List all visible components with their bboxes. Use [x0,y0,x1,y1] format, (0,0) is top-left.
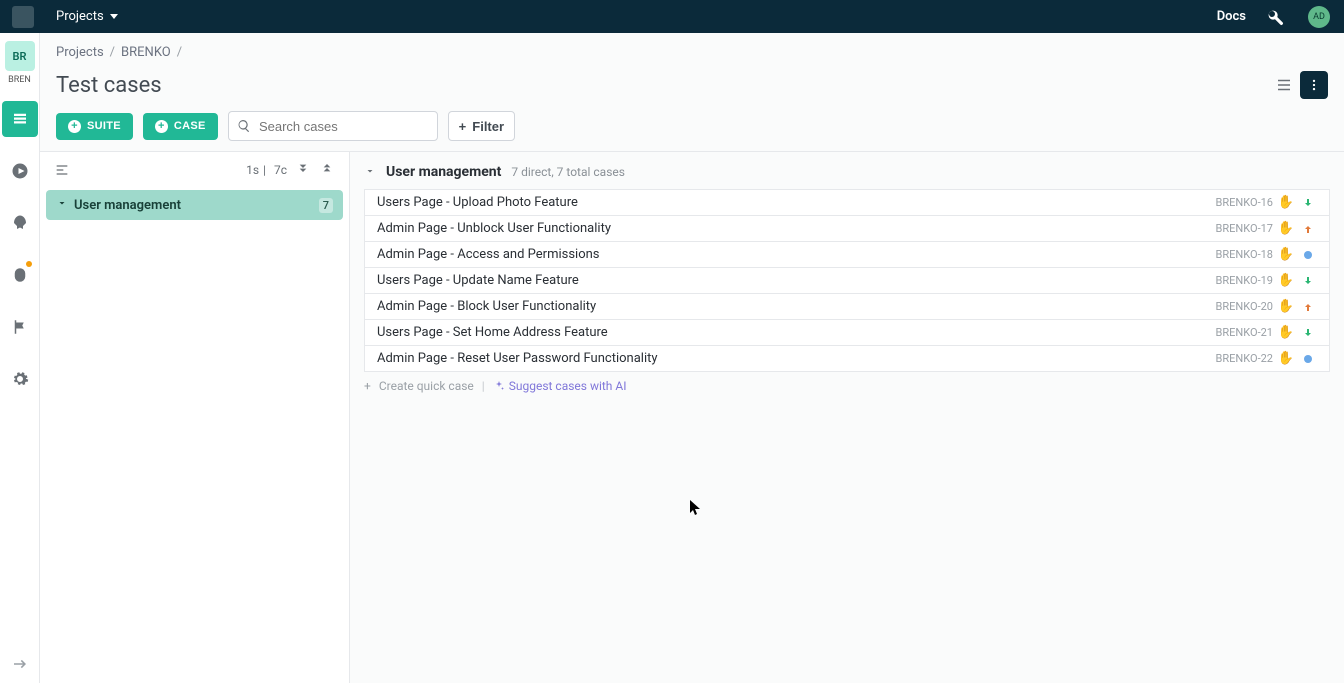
case-title: Users Page - Set Home Address Feature [377,325,1195,340]
topbar: Projects Docs AD [0,0,1344,33]
create-line: + Create quick case | Suggest cases with… [364,379,1330,393]
collapse-all-icon[interactable] [319,160,335,180]
section-header: User management 7 direct, 7 total cases [364,162,1330,181]
case-list: Users Page - Upload Photo FeatureBRENKO-… [364,189,1330,372]
priority-icon [1299,223,1317,235]
hand-icon: ✋ [1273,247,1299,262]
plus-circle-icon: + [68,120,81,133]
breadcrumb-projects[interactable]: Projects [56,45,104,60]
hand-icon: ✋ [1273,221,1299,236]
case-id: BRENKO-16 [1195,196,1273,209]
case-row[interactable]: Admin Page - Unblock User FunctionalityB… [364,215,1330,242]
page-title: Test cases [56,73,162,98]
case-title: Users Page - Update Name Feature [377,273,1195,288]
suggest-ai-label: Suggest cases with AI [509,379,627,393]
search-box[interactable] [228,111,438,141]
toolbar: + SUITE + CASE + Filter [40,101,1344,151]
case-row[interactable]: Admin Page - Access and PermissionsBRENK… [364,241,1330,268]
priority-icon [1299,301,1317,313]
priority-icon [1299,327,1317,339]
rail-settings-icon[interactable] [2,361,38,397]
case-id: BRENKO-18 [1195,248,1273,261]
case-title: Admin Page - Block User Functionality [377,299,1195,314]
more-actions-button[interactable] [1300,71,1328,99]
priority-icon [1299,197,1317,209]
suggest-ai-link[interactable]: Suggest cases with AI [493,379,627,393]
suite-item-user-management[interactable]: User management 7 [46,190,343,220]
case-title: Admin Page - Access and Permissions [377,247,1195,262]
breadcrumb-separator: / [110,45,115,60]
case-id: BRENKO-17 [1195,222,1273,235]
priority-icon [1299,251,1317,259]
breadcrumb-separator: / [177,45,182,60]
search-input[interactable] [257,118,429,135]
cases-panel: User management 7 direct, 7 total cases … [350,152,1344,683]
case-title: Admin Page - Reset User Password Functio… [377,351,1195,366]
case-id: BRENKO-19 [1195,274,1273,287]
section-subtitle: 7 direct, 7 total cases [511,165,625,179]
case-id: BRENKO-20 [1195,300,1273,313]
hand-icon: ✋ [1273,351,1299,366]
section-title: User management [386,164,501,180]
plus-circle-icon: + [155,120,168,133]
case-id: BRENKO-21 [1195,326,1273,339]
plus-icon: + [364,379,371,393]
rail-flag-icon[interactable] [2,309,38,345]
rail-runs-icon[interactable] [2,153,38,189]
chevron-down-icon [110,14,118,19]
left-rail: BR BREN [0,33,40,683]
wrench-icon[interactable] [1266,8,1284,26]
rail-rocket-icon[interactable] [2,205,38,241]
search-icon [237,118,251,134]
chevron-down-icon [56,197,74,213]
priority-icon [1299,275,1317,287]
suite-item-label: User management [74,198,181,213]
suite-tree-panel: 1s | 7c User management 7 [40,152,350,683]
sparkle-icon [493,380,505,392]
tree-view-icon[interactable] [1268,69,1300,101]
notification-dot-icon [26,261,32,267]
plus-icon: + [459,119,467,134]
logo-square[interactable] [12,6,34,28]
priority-icon [1299,355,1317,363]
hand-icon: ✋ [1273,299,1299,314]
case-title: Users Page - Upload Photo Feature [377,195,1195,210]
projects-label: Projects [56,9,104,24]
add-case-label: CASE [174,120,206,132]
add-case-button[interactable]: + CASE [143,113,218,140]
main-area: Projects / BRENKO / Test cases + SUITE +… [40,33,1344,683]
hand-icon: ✋ [1273,273,1299,288]
case-row[interactable]: Admin Page - Block User FunctionalityBRE… [364,293,1330,320]
filter-button[interactable]: + Filter [448,111,515,141]
case-id: BRENKO-22 [1195,352,1273,365]
tree-toolbar: 1s | 7c [40,152,349,188]
breadcrumb: Projects / BRENKO / [40,33,1344,63]
add-suite-label: SUITE [87,120,121,132]
filter-label: Filter [472,119,504,134]
create-quick-case-link[interactable]: Create quick case [379,379,474,393]
projects-dropdown[interactable]: Projects [56,9,118,24]
hand-icon: ✋ [1273,195,1299,210]
case-row[interactable]: Users Page - Upload Photo FeatureBRENKO-… [364,189,1330,216]
suite-item-count: 7 [319,198,333,213]
case-count-label: 7c [274,163,287,177]
rail-repository-icon[interactable] [2,101,38,137]
breadcrumb-project[interactable]: BRENKO [121,45,171,60]
project-short-label: BREN [8,75,31,85]
docs-link[interactable]: Docs [1217,9,1246,24]
case-row[interactable]: Users Page - Set Home Address FeatureBRE… [364,319,1330,346]
hand-icon: ✋ [1273,325,1299,340]
rail-defects-icon[interactable] [2,257,38,293]
case-row[interactable]: Users Page - Update Name FeatureBRENKO-1… [364,267,1330,294]
chevron-down-icon[interactable] [364,162,376,181]
tree-structure-icon[interactable] [54,162,70,178]
project-badge[interactable]: BR [5,41,35,71]
avatar[interactable]: AD [1308,6,1330,28]
case-title: Admin Page - Unblock User Functionality [377,221,1195,236]
case-row[interactable]: Admin Page - Reset User Password Functio… [364,345,1330,372]
expand-all-icon[interactable] [295,160,311,180]
suite-count-label: 1s [246,163,259,177]
add-suite-button[interactable]: + SUITE [56,113,133,140]
rail-collapse-button[interactable] [11,655,29,673]
